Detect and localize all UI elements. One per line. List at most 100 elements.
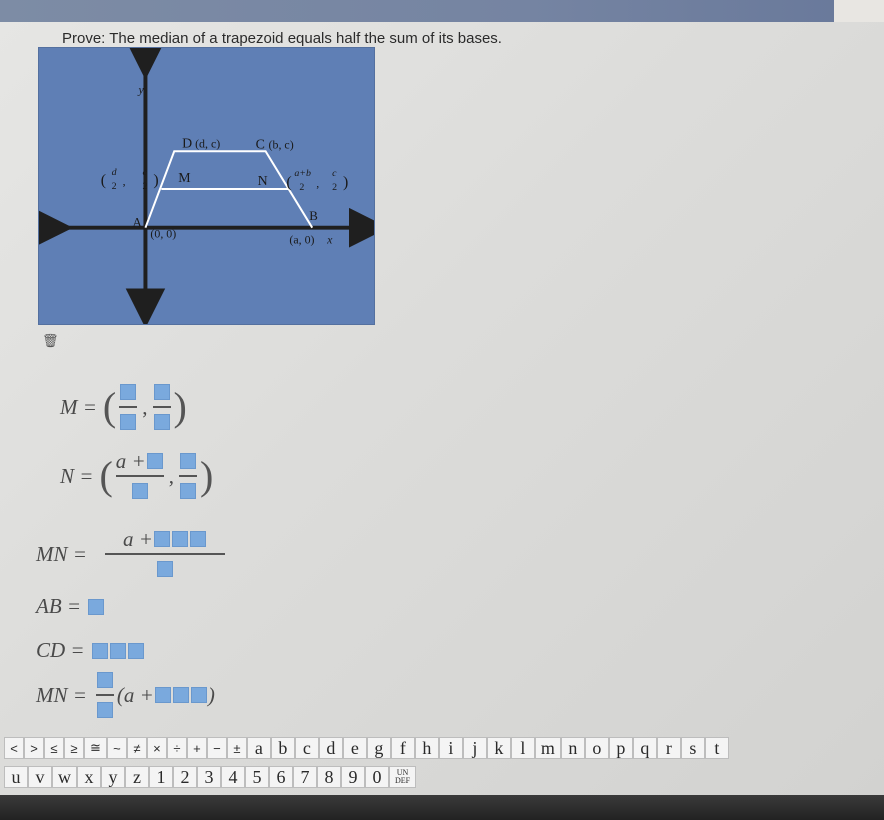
mn-final-prefix: (a + [116, 682, 154, 707]
key-row2-15[interactable]: 0 [365, 766, 389, 788]
key-row1-19[interactable]: h [414, 737, 439, 759]
mn-final-suffix: ) [207, 682, 215, 707]
key-row1-8[interactable]: ÷ [166, 737, 187, 759]
key-row2-11[interactable]: 6 [269, 766, 293, 788]
key-row1-6[interactable]: ≠ [126, 737, 147, 759]
m-y-denominator-input[interactable] [153, 414, 170, 430]
n-equation: N = ( a + , ) [60, 448, 214, 499]
mn-final-input-1[interactable] [154, 687, 171, 703]
mn-num-prefix: a + [122, 526, 153, 551]
mn-final-numerator-input[interactable] [96, 672, 113, 688]
point-c-coord: (b, c) [269, 137, 294, 151]
key-row1-30[interactable]: s [680, 737, 705, 759]
cd-input-2[interactable] [109, 642, 126, 659]
m-equation: M = ( , ) [60, 384, 187, 430]
key-row2-1[interactable]: v [28, 766, 52, 788]
key-row1-10[interactable]: − [206, 737, 227, 759]
key-row2-13[interactable]: 8 [317, 766, 341, 788]
key-row1-2[interactable]: ≤ [44, 737, 64, 759]
key-row1-28[interactable]: q [632, 737, 657, 759]
m-coord-num1: d [112, 167, 117, 178]
mn-final-input-3[interactable] [190, 687, 207, 703]
key-row1-9[interactable]: + [186, 737, 207, 759]
n-num-prefix: a + [115, 448, 146, 473]
cd-input-1[interactable] [91, 642, 108, 659]
key-row1-31[interactable]: t [704, 737, 729, 759]
key-row1-20[interactable]: i [438, 737, 463, 759]
key-row2-2[interactable]: w [52, 766, 77, 788]
mn-equation: MN = a + [36, 527, 228, 581]
mn-final-label: MN = [36, 682, 87, 707]
m-y-numerator-input[interactable] [153, 384, 170, 400]
mn-numerator-input-3[interactable] [189, 531, 206, 547]
trash-icon[interactable]: 🗑 [42, 333, 59, 348]
key-row1-17[interactable]: g [366, 737, 391, 759]
ab-equation: AB = [36, 594, 105, 619]
n-coord-den2: 2 [332, 182, 337, 193]
key-row1-7[interactable]: × [146, 737, 167, 759]
undo-redo-key[interactable]: UN DEF [389, 766, 417, 788]
key-row2-14[interactable]: 9 [341, 766, 365, 788]
key-row1-12[interactable]: a [246, 737, 271, 759]
key-row2-3[interactable]: x [77, 766, 101, 788]
mn-final-equation: MN = (a + ) [36, 668, 215, 722]
key-row2-9[interactable]: 4 [221, 766, 245, 788]
mn-final-input-2[interactable] [172, 687, 189, 703]
key-row2-4[interactable]: y [101, 766, 125, 788]
key-row2-8[interactable]: 3 [197, 766, 221, 788]
key-row1-15[interactable]: d [318, 737, 343, 759]
n-x-numerator-input[interactable] [146, 453, 163, 469]
ab-input[interactable] [88, 598, 105, 615]
key-row1-24[interactable]: m [534, 737, 561, 759]
key-row1-22[interactable]: k [486, 737, 511, 759]
key-row1-3[interactable]: ≥ [64, 737, 84, 759]
mn-denominator-input[interactable] [156, 561, 173, 577]
m-x-numerator-input[interactable] [120, 384, 137, 400]
key-row2-5[interactable]: z [125, 766, 149, 788]
key-row1-1[interactable]: > [24, 737, 44, 759]
key-row1-11[interactable]: ± [226, 737, 247, 759]
m-coord-num2: c [142, 167, 147, 178]
key-row1-23[interactable]: l [510, 737, 535, 759]
n-y-numerator-input[interactable] [179, 453, 196, 469]
svg-text:): ) [153, 172, 158, 189]
key-row1-29[interactable]: r [656, 737, 681, 759]
mn-final-denominator-input[interactable] [96, 702, 113, 718]
point-b-coord: (a, 0) [289, 233, 314, 247]
top-bar [0, 0, 884, 22]
point-d-coord: (d, c) [195, 136, 220, 150]
key-row1-18[interactable]: f [390, 737, 415, 759]
key-row1-4[interactable]: ≅ [84, 737, 107, 759]
mn-numerator-input-1[interactable] [153, 531, 170, 547]
mn-numerator-input-2[interactable] [171, 531, 188, 547]
m-x-denominator-input[interactable] [120, 414, 137, 430]
key-row2-7[interactable]: 2 [173, 766, 197, 788]
key-row1-26[interactable]: o [584, 737, 609, 759]
svg-text:): ) [343, 174, 348, 191]
key-row1-25[interactable]: n [560, 737, 585, 759]
key-row2-12[interactable]: 7 [293, 766, 317, 788]
key-row1-16[interactable]: e [342, 737, 367, 759]
key-row1-14[interactable]: c [294, 737, 319, 759]
key-row1-5[interactable]: ~ [106, 737, 127, 759]
point-a-coord: (0, 0) [150, 227, 176, 241]
cd-equation: CD = [36, 638, 145, 663]
cd-input-3[interactable] [127, 642, 144, 659]
n-x-denominator-input[interactable] [131, 483, 148, 499]
key-row1-27[interactable]: p [608, 737, 633, 759]
key-row1-13[interactable]: b [270, 737, 295, 759]
key-row2-10[interactable]: 5 [245, 766, 269, 788]
point-a-label: A [133, 216, 143, 230]
n-y-denominator-input[interactable] [179, 483, 196, 499]
key-row1-0[interactable]: < [4, 737, 24, 759]
keyboard-row-2: u v w x y z 1 2 3 4 5 6 7 8 9 0 UN DEF [4, 766, 417, 788]
key-row2-6[interactable]: 1 [149, 766, 173, 788]
bottom-bar [0, 795, 884, 820]
top-bar-corner [834, 0, 884, 22]
key-row2-0[interactable]: u [4, 766, 28, 788]
n-coord-num1: a+b [294, 168, 311, 179]
key-row1-21[interactable]: j [462, 737, 487, 759]
svg-text:(: ( [286, 174, 291, 191]
ab-label: AB = [36, 594, 82, 618]
y-axis-label: y [137, 83, 144, 97]
